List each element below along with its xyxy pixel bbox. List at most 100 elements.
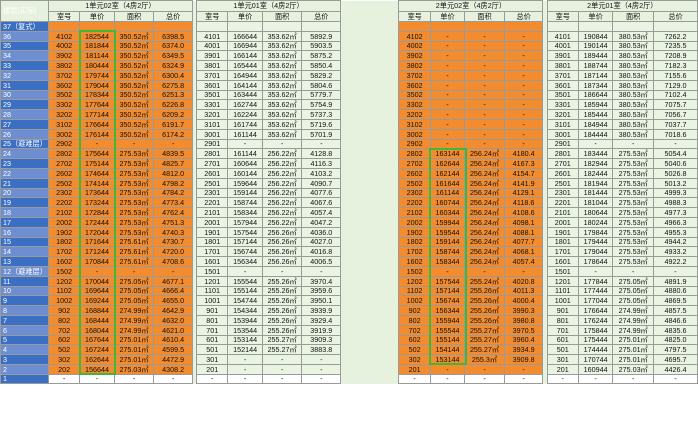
spacer-cell [340,0,400,384]
table-cell: 2101 [546,207,579,218]
table-cell: 153144 [227,334,263,346]
table-cell: 4308.2 [153,363,193,375]
table-cell: 4708.6 [153,256,193,267]
floor-cell: 32 [0,69,49,81]
table-cell: 353.62㎡ [261,118,303,130]
table-cell: 4057.4 [301,207,342,218]
table-cell: 255.27㎡ [464,334,505,346]
table-cell: 5804.6 [301,79,342,91]
table-cell: 1901 [546,226,579,238]
table-cell: 353.62㎡ [261,89,303,101]
table-cell: 3919.9 [301,324,342,336]
table-cell: 275.53㎡ [612,216,655,228]
table-cell: 275.53㎡ [113,167,155,179]
table-cell: 1601 [196,256,229,267]
table-cell: 3602 [398,79,431,91]
table-cell: 201 [398,363,431,375]
table-cell: 177644 [79,99,115,111]
table-cell: 158744 [227,197,263,209]
table-cell [227,21,263,32]
table-cell: 275.53㎡ [612,226,655,238]
table-cell: 179444 [577,236,614,248]
table-cell: 4773.4 [153,197,193,209]
table-cell: 1202 [47,275,81,287]
table-cell: 202 [47,363,81,375]
floor-cell: 29 [0,99,49,111]
table-cell: - [79,265,115,277]
table-cell: 380.53㎡ [612,99,655,111]
table-cell: 4933.2 [653,246,698,258]
table-cell: 4784.2 [153,187,193,199]
table-cell: - [429,118,466,130]
table-cell: 4846.6 [653,314,698,326]
table-cell: 4077.6 [301,187,342,199]
table-cell: - [464,109,505,120]
table-cell: 181144 [79,50,115,62]
table-cell: - [301,373,342,385]
table-cell: - [261,265,303,277]
table-cell: 380.53㎡ [612,69,655,81]
table-cell: 162644 [429,158,466,169]
table-cell: - [261,373,303,385]
table-cell: - [429,30,466,42]
table-cell: 702 [47,324,81,336]
table-cell: 6374.0 [153,40,193,52]
table-cell: - [429,60,466,71]
table-cell: 256.26㎡ [261,236,303,248]
group-title: 1单元01室（4房2厅） [196,0,342,12]
table-cell: 380.53㎡ [612,89,655,101]
table-cell: 7155.6 [653,69,698,81]
floor-cell: 14 [0,246,49,258]
column-header: 单价 [227,10,263,22]
table-cell: 173644 [79,187,115,199]
table-cell: 182444 [577,167,614,179]
table-cell: 275.61㎡ [113,246,155,258]
table-cell: 380.53㎡ [612,79,655,91]
table-cell: 7102.4 [653,89,698,101]
table-cell: 4812.0 [153,167,193,179]
table-cell: - [653,265,698,277]
table-cell: 2901 [196,138,229,150]
table-cell: 154144 [429,344,466,356]
table-cell: - [79,138,115,150]
table-cell: 160944 [577,363,614,375]
table-cell: 4762.4 [153,207,193,218]
table-cell: 156744 [227,246,263,258]
table-cell: 380.53㎡ [612,118,655,130]
table-cell: 2001 [546,216,579,228]
table-cell: 256.22㎡ [261,207,303,218]
table-cell: - [261,363,303,375]
table-cell: 4088.1 [503,226,544,238]
column-header: 面积 [113,10,155,22]
table-cell: 2801 [546,148,579,160]
table-cell: 190144 [577,40,614,52]
table-cell: 2502 [47,177,81,189]
table-cell: - [503,373,544,385]
table-cell: 166644 [227,30,263,42]
table-cell: 256.26㎡ [261,246,303,258]
table-cell: 162244 [227,109,263,120]
table-cell: 1601 [546,256,579,267]
table-cell: 3202 [398,109,431,120]
table-cell: 181944 [577,177,614,189]
table-cell: 3201 [546,109,579,120]
table-cell: 4797.5 [653,344,698,356]
table-cell: 4798.2 [153,177,193,189]
table-cell: 179044 [79,79,115,91]
table-cell: 2601 [546,167,579,179]
table-cell: - [503,265,544,277]
table-cell: 5850.4 [301,60,342,71]
table-cell: 256.22㎡ [261,216,303,228]
table-cell: 4101 [196,30,229,42]
table-cell: - [429,89,466,101]
table-cell: - [503,60,544,71]
table-cell: - [227,354,263,365]
table-cell: - [261,138,303,150]
table-cell: 159144 [227,187,263,199]
table-cell [577,21,614,32]
table-cell [79,21,115,32]
table-cell: 4167.3 [503,158,544,169]
table-cell: 2602 [398,167,431,179]
table-cell [398,21,431,32]
table-cell: 189444 [577,50,614,62]
